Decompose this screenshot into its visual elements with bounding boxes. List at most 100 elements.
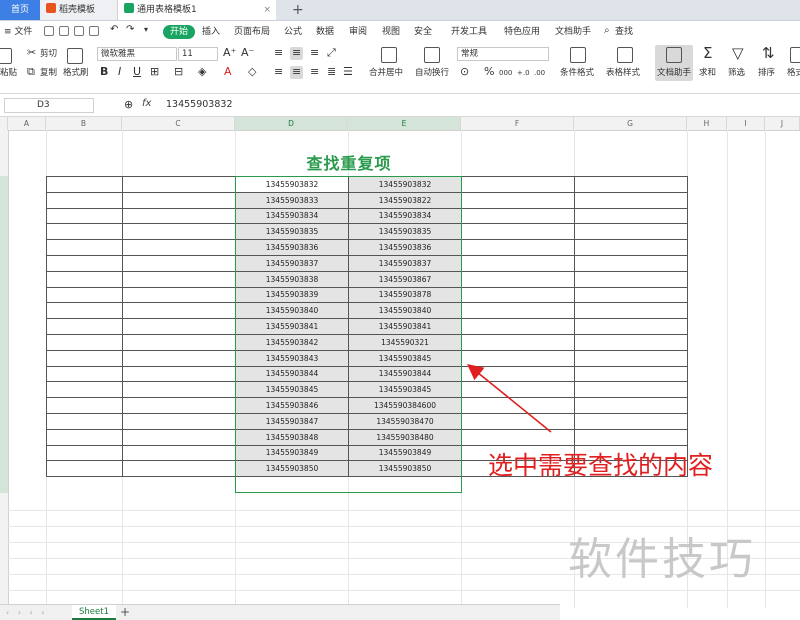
tab-active-document[interactable]: 通用表格模板1 × — [118, 0, 276, 20]
cell-empty[interactable] — [574, 286, 688, 304]
search-icon[interactable]: ⌕ — [604, 24, 610, 38]
zoom-icon[interactable]: ⊕ — [124, 98, 133, 112]
cell-empty[interactable] — [461, 318, 575, 335]
cell-d[interactable]: 13455903842 — [235, 333, 349, 351]
cell-empty[interactable] — [122, 191, 236, 209]
select-all-corner[interactable] — [0, 117, 8, 130]
cell-e[interactable]: 13455903837 — [348, 254, 462, 272]
decrease-decimal-icon[interactable]: .00 — [534, 67, 545, 79]
copy-icon[interactable]: ⧉ — [27, 65, 35, 79]
cell-empty[interactable] — [574, 365, 688, 383]
filter-icon[interactable]: ▽ — [732, 46, 744, 61]
cell-empty[interactable] — [461, 302, 575, 320]
print-preview-icon[interactable] — [89, 26, 99, 36]
column-header-g[interactable]: G — [574, 117, 687, 130]
cell-empty[interactable] — [46, 381, 123, 399]
cell-empty[interactable] — [46, 444, 123, 462]
menu-review[interactable]: 审阅 — [349, 25, 367, 39]
cell-e[interactable]: 134559038480 — [348, 428, 462, 446]
cell-e[interactable]: 13455903836 — [348, 239, 462, 256]
menu-formula[interactable]: 公式 — [284, 25, 302, 39]
cell-empty[interactable] — [574, 428, 688, 446]
cell-d[interactable]: 13455903833 — [235, 191, 349, 209]
cell-d[interactable]: 13455903832 — [235, 176, 349, 193]
cell-empty[interactable] — [122, 412, 236, 430]
format-painter-icon[interactable] — [67, 48, 83, 64]
cell-empty[interactable] — [46, 333, 123, 351]
cell-e[interactable]: 13455903841 — [348, 318, 462, 335]
menu-security[interactable]: 安全 — [414, 25, 432, 39]
tab-daoke-templates[interactable]: 稻壳模板 — [40, 0, 118, 20]
cell-empty[interactable] — [461, 333, 575, 351]
border-icon[interactable]: ⊞ — [150, 65, 159, 79]
column-header-j[interactable]: J — [765, 117, 800, 130]
cell-empty[interactable] — [122, 286, 236, 304]
thousands-separator-icon[interactable]: 000 — [499, 67, 512, 79]
clear-format-icon[interactable]: ◇ — [248, 65, 256, 79]
menu-page-layout[interactable]: 页面布局 — [234, 25, 270, 39]
percent-icon[interactable]: % — [484, 65, 494, 79]
underline-icon[interactable]: U — [133, 65, 141, 79]
cell-e[interactable]: 13455903878 — [348, 286, 462, 304]
cell-d[interactable]: 13455903849 — [235, 444, 349, 462]
cell-d[interactable]: 13455903837 — [235, 254, 349, 272]
justify-icon[interactable]: ≣ — [327, 65, 336, 79]
cell-empty[interactable] — [46, 239, 123, 256]
cell-e[interactable]: 134559038470 — [348, 412, 462, 430]
sum-button[interactable]: 求和 — [699, 67, 716, 79]
cell-empty[interactable] — [574, 270, 688, 288]
print-icon[interactable] — [74, 26, 84, 36]
merge-cells-icon[interactable]: ⊟ — [174, 65, 183, 79]
cell-e[interactable]: 13455903850 — [348, 460, 462, 478]
decrease-font-icon[interactable]: A⁻ — [241, 46, 254, 60]
cell-empty[interactable] — [122, 176, 236, 193]
merge-center-icon[interactable] — [381, 47, 397, 63]
align-right-icon[interactable]: ≡ — [310, 65, 319, 79]
cell-e[interactable]: 13455903844 — [348, 365, 462, 383]
table-style-icon[interactable] — [617, 47, 633, 63]
wrap-text-icon[interactable] — [424, 47, 440, 63]
cell-d[interactable]: 13455903844 — [235, 365, 349, 383]
column-header-a[interactable]: A — [8, 117, 46, 130]
cell-empty[interactable] — [574, 176, 688, 193]
cell-e[interactable]: 13455903840 — [348, 302, 462, 320]
cell-empty[interactable] — [461, 381, 575, 399]
cell-e[interactable]: 13455903845 — [348, 349, 462, 367]
cell-empty[interactable] — [46, 270, 123, 288]
sort-button[interactable]: 排序 — [758, 67, 775, 79]
cell-e[interactable]: 13455903832 — [348, 176, 462, 193]
menu-data[interactable]: 数据 — [316, 25, 334, 39]
cell-empty[interactable] — [46, 365, 123, 383]
cut-button[interactable]: 剪切 — [40, 48, 57, 60]
cell-empty[interactable] — [46, 207, 123, 225]
cell-empty[interactable] — [461, 176, 575, 193]
cell-empty[interactable] — [574, 412, 688, 430]
column-header-e[interactable]: E — [348, 117, 461, 130]
cell-empty[interactable] — [574, 254, 688, 272]
italic-icon[interactable]: I — [118, 65, 121, 79]
cell-empty[interactable] — [574, 333, 688, 351]
cell-empty[interactable] — [122, 444, 236, 462]
cell-reference-box[interactable]: D3 — [4, 98, 94, 113]
save-icon[interactable] — [44, 26, 54, 36]
cell-e[interactable]: 13455903867 — [348, 270, 462, 288]
cell-empty[interactable] — [574, 239, 688, 256]
cell-empty[interactable] — [122, 428, 236, 446]
cell-empty[interactable] — [46, 176, 123, 193]
sheet-nav-arrows[interactable]: ‹ › ‹ › — [6, 605, 47, 620]
tab-home[interactable]: 首页 — [0, 0, 40, 20]
cell-empty[interactable] — [461, 239, 575, 256]
cell-d[interactable]: 13455903843 — [235, 349, 349, 367]
cell-empty[interactable] — [46, 302, 123, 320]
cell-empty[interactable] — [122, 333, 236, 351]
export-pdf-icon[interactable] — [59, 26, 69, 36]
doc-helper-button[interactable]: 文档助手 — [657, 67, 691, 79]
orientation-icon[interactable]: ⤢ — [327, 46, 336, 60]
cell-empty[interactable] — [122, 397, 236, 414]
cell-empty[interactable] — [122, 254, 236, 272]
menu-special-apps[interactable]: 特色应用 — [504, 25, 540, 39]
wrap-text-button[interactable]: 自动换行 — [415, 67, 449, 79]
column-header-c[interactable]: C — [122, 117, 235, 130]
font-color-icon[interactable]: A — [224, 65, 232, 79]
cell-empty[interactable] — [46, 349, 123, 367]
